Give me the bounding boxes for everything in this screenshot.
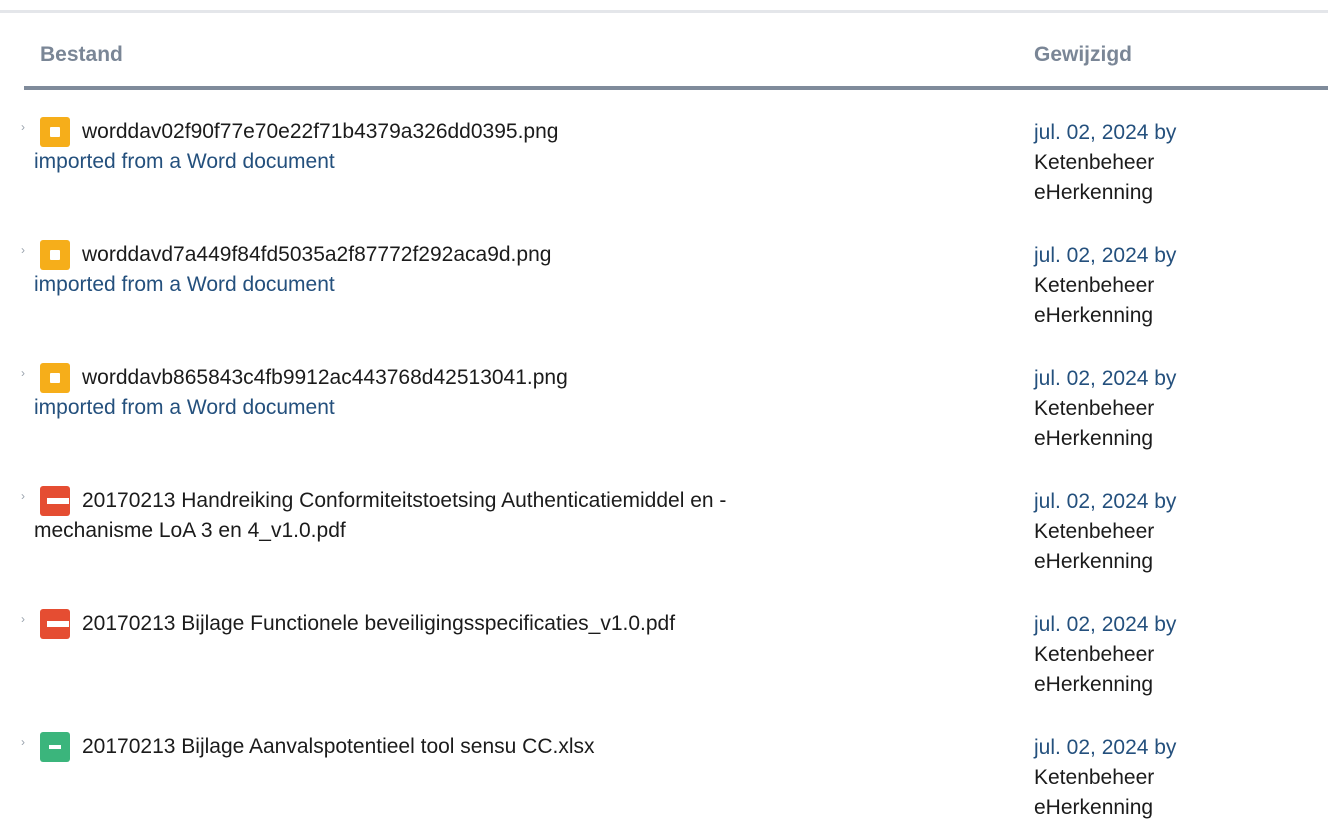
- pdf-file-icon: [40, 609, 70, 639]
- spreadsheet-file-icon: [40, 732, 70, 762]
- modified-info: jul. 02, 2024 by Ketenbeheer eHerkenning: [1034, 118, 1234, 208]
- table-row: › worddavd7a449f84fd5035a2f87772f292aca9…: [21, 213, 1328, 336]
- modified-user-line2[interactable]: eHerkenning: [1034, 301, 1234, 331]
- table-row: › 20170213 Bijlage Functionele beveiligi…: [21, 582, 1328, 705]
- column-header-file[interactable]: Bestand: [40, 43, 123, 67]
- modified-user[interactable]: Ketenbeheer: [1034, 148, 1234, 178]
- file-comment: imported from a Word document: [34, 396, 335, 419]
- modified-user[interactable]: Ketenbeheer: [1034, 517, 1234, 547]
- attachments-table: Bestand Gewijzigd › worddav02f90f77e70e2…: [21, 13, 1328, 828]
- table-row: › 20170213 Handreiking Conformiteitstoet…: [21, 459, 1328, 582]
- expand-row-icon[interactable]: ›: [16, 612, 30, 626]
- file-name-link-continued[interactable]: mechanisme LoA 3 en 4_v1.0.pdf: [34, 517, 346, 544]
- table-header: Bestand Gewijzigd: [24, 13, 1328, 90]
- modified-user[interactable]: Ketenbeheer: [1034, 640, 1234, 670]
- modified-user[interactable]: Ketenbeheer: [1034, 763, 1234, 793]
- table-row: › 20170213 Bijlage Aanvalspotentieel too…: [21, 705, 1328, 828]
- modified-info: jul. 02, 2024 by Ketenbeheer eHerkenning: [1034, 610, 1234, 700]
- file-comment: imported from a Word document: [34, 273, 335, 296]
- modified-date: jul. 02, 2024 by: [1034, 613, 1177, 636]
- file-comment: imported from a Word document: [34, 150, 335, 173]
- file-name-link[interactable]: worddavd7a449f84fd5035a2f87772f292aca9d.…: [82, 241, 782, 268]
- modified-user-line2[interactable]: eHerkenning: [1034, 178, 1234, 208]
- modified-info: jul. 02, 2024 by Ketenbeheer eHerkenning: [1034, 364, 1234, 454]
- column-header-modified[interactable]: Gewijzigd: [1034, 43, 1132, 67]
- modified-date: jul. 02, 2024 by: [1034, 121, 1177, 144]
- modified-date: jul. 02, 2024 by: [1034, 736, 1177, 759]
- expand-row-icon[interactable]: ›: [16, 243, 30, 257]
- expand-row-icon[interactable]: ›: [16, 489, 30, 503]
- modified-date: jul. 02, 2024 by: [1034, 244, 1177, 267]
- table-row: › worddav02f90f77e70e22f71b4379a326dd039…: [21, 90, 1328, 213]
- expand-row-icon[interactable]: ›: [16, 735, 30, 749]
- expand-row-icon[interactable]: ›: [16, 366, 30, 380]
- expand-row-icon[interactable]: ›: [16, 120, 30, 134]
- file-name-link[interactable]: worddavb865843c4fb9912ac443768d42513041.…: [82, 364, 782, 391]
- modified-user-line2[interactable]: eHerkenning: [1034, 793, 1234, 823]
- modified-user[interactable]: Ketenbeheer: [1034, 271, 1234, 301]
- file-name-link[interactable]: worddav02f90f77e70e22f71b4379a326dd0395.…: [82, 118, 782, 145]
- modified-user[interactable]: Ketenbeheer: [1034, 394, 1234, 424]
- image-file-icon: [40, 240, 70, 270]
- modified-user-line2[interactable]: eHerkenning: [1034, 424, 1234, 454]
- file-name-link[interactable]: 20170213 Bijlage Functionele beveiliging…: [82, 610, 782, 637]
- modified-date: jul. 02, 2024 by: [1034, 490, 1177, 513]
- modified-user-line2[interactable]: eHerkenning: [1034, 670, 1234, 700]
- modified-info: jul. 02, 2024 by Ketenbeheer eHerkenning: [1034, 733, 1234, 823]
- modified-info: jul. 02, 2024 by Ketenbeheer eHerkenning: [1034, 487, 1234, 577]
- modified-date: jul. 02, 2024 by: [1034, 367, 1177, 390]
- modified-info: jul. 02, 2024 by Ketenbeheer eHerkenning: [1034, 241, 1234, 331]
- file-name-link[interactable]: 20170213 Bijlage Aanvalspotentieel tool …: [82, 733, 782, 760]
- table-row: › worddavb865843c4fb9912ac443768d4251304…: [21, 336, 1328, 459]
- pdf-file-icon: [40, 486, 70, 516]
- image-file-icon: [40, 363, 70, 393]
- image-file-icon: [40, 117, 70, 147]
- file-name-link[interactable]: 20170213 Handreiking Conformiteitstoetsi…: [82, 487, 726, 514]
- modified-user-line2[interactable]: eHerkenning: [1034, 547, 1234, 577]
